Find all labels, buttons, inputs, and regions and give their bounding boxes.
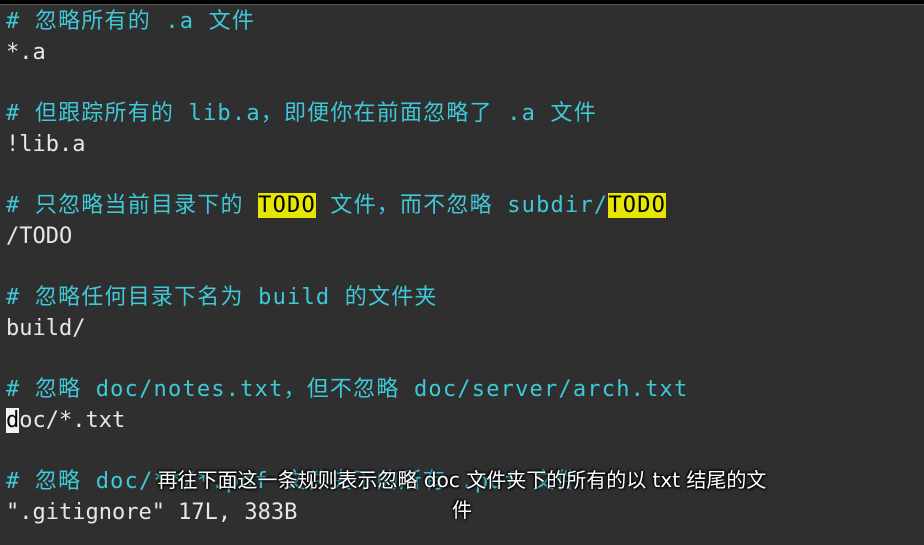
comment-line: # 只忽略当前目录下的 TODO 文件，而不忽略 subdir/TODO — [6, 191, 667, 221]
status-line: ".gitignore" 17L, 383B — [6, 500, 298, 525]
search-highlight: TODO — [258, 193, 316, 218]
pattern-text: oc/*.txt — [19, 408, 126, 433]
comment-text: 文件，而不忽略 subdir/ — [315, 193, 609, 218]
comment-line: # 忽略 doc/**/*.pdf 文件夹下的所有 .pdf 文件 — [6, 469, 579, 494]
comment-line: # 忽略 doc/notes.txt，但不忽略 doc/server/arch.… — [6, 377, 689, 402]
comment-line: # 忽略所有的 .a 文件 — [6, 9, 256, 34]
comment-line: # 忽略任何目录下名为 build 的文件夹 — [6, 285, 438, 310]
pattern-line: doc/*.txt — [6, 406, 125, 436]
pattern-line: build/ — [6, 316, 86, 341]
text-cursor[interactable]: d — [6, 408, 20, 433]
search-highlight: TODO — [608, 193, 667, 218]
vim-editor[interactable]: # 忽略所有的 .a 文件 *.a # 但跟踪所有的 lib.a，即便你在前面忽… — [0, 4, 924, 545]
pattern-line: *.a — [6, 40, 46, 65]
comment-line: # 但跟踪所有的 lib.a，即便你在前面忽略了 .a 文件 — [6, 101, 597, 126]
comment-text: # 只忽略当前目录下的 — [6, 193, 259, 218]
pattern-line: !lib.a — [6, 132, 86, 157]
pattern-line: /TODO — [6, 224, 73, 249]
